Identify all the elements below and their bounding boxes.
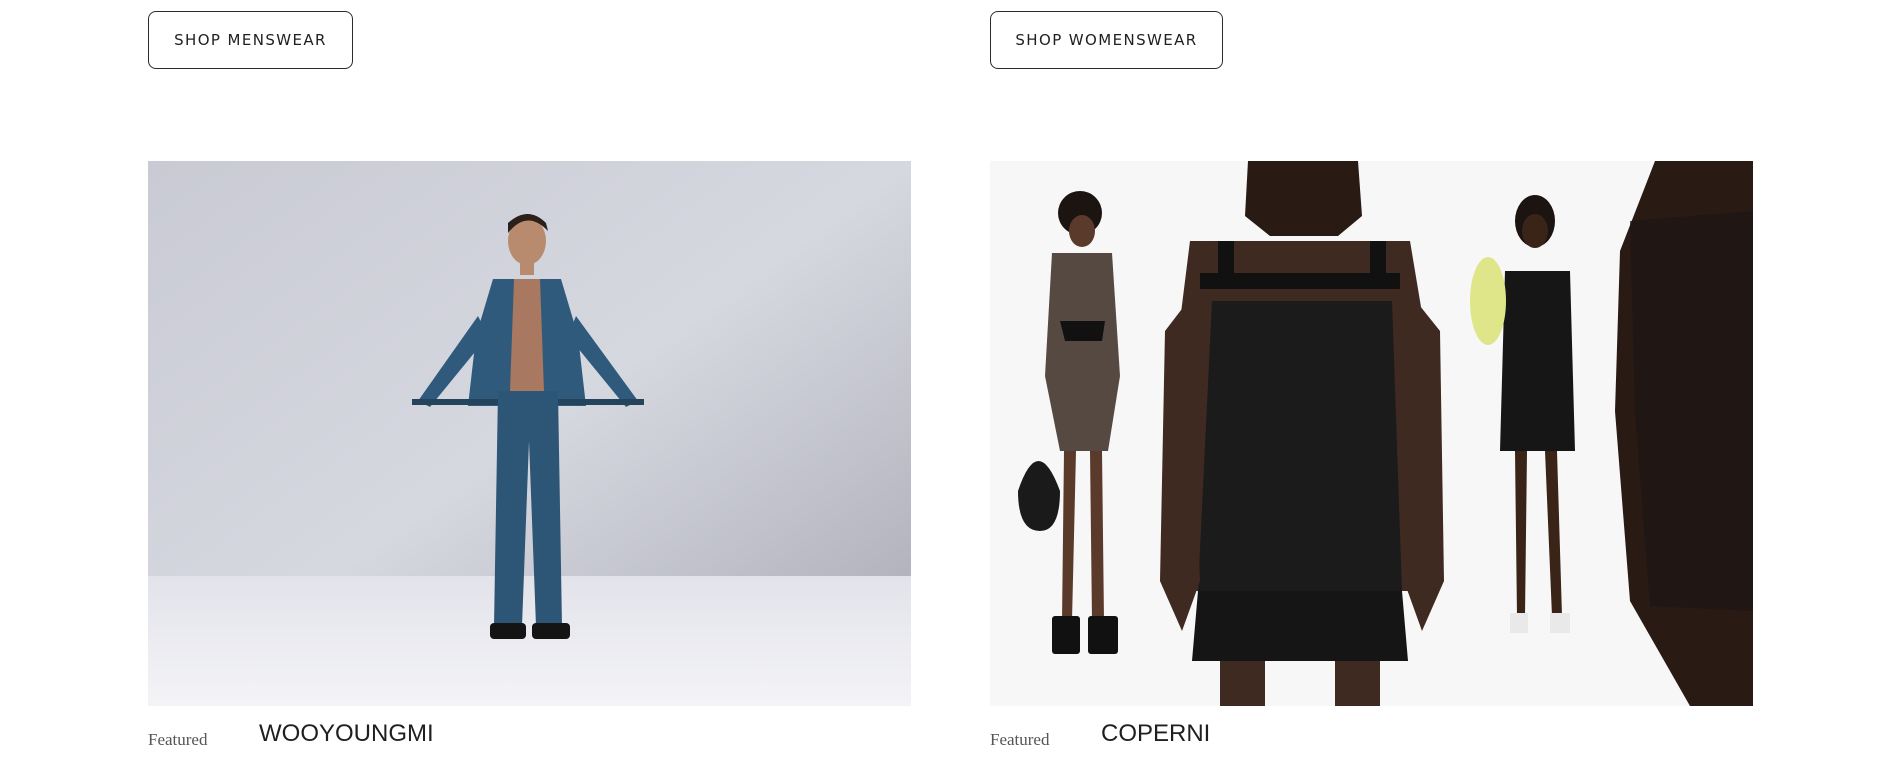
brand-link-coperni[interactable]: COPERNI [1101, 720, 1210, 748]
menswear-featured-image[interactable] [148, 161, 911, 706]
brand-link-wooyoungmi[interactable]: WOOYOUNGMI [259, 720, 434, 748]
shop-womenswear-button[interactable]: SHOP WOMENSWEAR [990, 11, 1223, 69]
womenswear-caption: Featured COPERNI [990, 718, 1753, 754]
womenswear-photo-art [990, 161, 1753, 706]
womenswear-featured-image[interactable] [990, 161, 1753, 706]
featured-section: SHOP MENSWEAR Featured WOOYOUNGMI SHOP W… [0, 0, 1898, 760]
featured-label: Featured [990, 730, 1050, 749]
menswear-photo-art [148, 161, 911, 706]
featured-label: Featured [148, 730, 208, 749]
shop-menswear-button[interactable]: SHOP MENSWEAR [148, 11, 353, 69]
menswear-caption: Featured WOOYOUNGMI [148, 718, 911, 754]
